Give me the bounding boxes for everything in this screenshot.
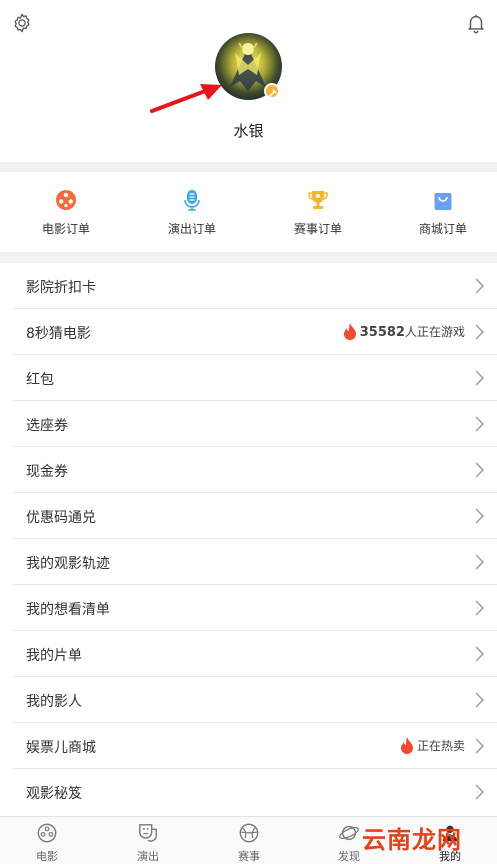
tab-movies[interactable]: 电影 [0, 817, 97, 864]
menu-item-my-lists[interactable]: 我的片单 [0, 631, 497, 677]
menu-item-label: 选座券 [26, 418, 68, 434]
hot-sale-text: 正在热卖 [416, 739, 465, 753]
tab-label: 电影 [36, 850, 58, 863]
chevron-right-icon [475, 462, 484, 478]
chevron-right-icon [475, 646, 484, 662]
username[interactable]: 水银 [0, 120, 497, 141]
watermark-logo: 云南龙网 [362, 825, 462, 854]
menu-item-label: 我的片单 [26, 648, 82, 664]
chevron-right-icon [475, 784, 484, 800]
chevron-right-icon [475, 416, 484, 432]
menu-list: 影院折扣卡 8秒猜电影 35582人正在游戏 红包 选座券 现金券 优惠码通兑 … [0, 263, 497, 816]
film-reel-icon [37, 823, 57, 843]
players-count: 35582人正在游戏 [343, 322, 465, 340]
chevron-right-icon [475, 554, 484, 570]
ball-icon [239, 823, 259, 843]
menu-item-label: 我的影人 [26, 694, 82, 710]
menu-item-label: 观影秘笈 [26, 786, 82, 802]
film-reel-icon [56, 190, 76, 210]
event-orders-button[interactable]: 赛事订单 [256, 172, 380, 252]
flame-icon [343, 323, 356, 340]
menu-item-seat-voucher[interactable]: 选座券 [0, 401, 497, 447]
orders-section: 电影订单 演出订单 赛事订单 商城订单 [0, 172, 497, 252]
menu-item-label: 红包 [26, 372, 54, 388]
planet-icon [339, 825, 359, 841]
chevron-right-icon [475, 600, 484, 616]
menu-item-label: 8秒猜电影 [26, 326, 91, 342]
menu-item-label: 我的想看清单 [26, 602, 110, 618]
bell-icon[interactable] [465, 12, 487, 34]
chevron-right-icon [475, 278, 484, 294]
tab-shows[interactable]: 演出 [98, 817, 198, 864]
menu-item-label: 娱票儿商城 [26, 740, 96, 756]
menu-item-mall[interactable]: 娱票儿商城 正在热卖 [0, 723, 497, 769]
menu-item-cinema-discount-card[interactable]: 影院折扣卡 [0, 263, 497, 309]
tab-label: 演出 [137, 850, 159, 863]
chevron-right-icon [475, 508, 484, 524]
tab-label: 赛事 [238, 850, 260, 863]
chevron-right-icon [475, 324, 484, 340]
tab-events[interactable]: 赛事 [199, 817, 299, 864]
menu-item-label: 现金券 [26, 464, 68, 480]
shopping-bag-icon [434, 193, 452, 210]
menu-item-label: 我的观影轨迹 [26, 556, 110, 572]
mall-orders-label: 商城订单 [418, 222, 467, 236]
flame-icon [400, 737, 413, 754]
gear-icon[interactable] [11, 12, 33, 34]
menu-item-my-stars[interactable]: 我的影人 [0, 677, 497, 723]
edit-avatar-icon[interactable] [264, 83, 280, 99]
menu-item-label: 优惠码通兑 [26, 510, 96, 526]
microphone-icon [184, 190, 200, 211]
theater-mask-icon [139, 824, 157, 842]
chevron-right-icon [475, 692, 484, 708]
menu-item-cash-voucher[interactable]: 现金券 [0, 447, 497, 493]
menu-item-promo-code[interactable]: 优惠码通兑 [0, 493, 497, 539]
mall-orders-button[interactable]: 商城订单 [381, 172, 497, 252]
red-arrow-annotation [150, 84, 222, 113]
event-orders-label: 赛事订单 [293, 222, 342, 236]
show-orders-button[interactable]: 演出订单 [130, 172, 254, 252]
menu-item-viewing-history[interactable]: 我的观影轨迹 [0, 539, 497, 585]
movie-orders-button[interactable]: 电影订单 [4, 172, 128, 252]
profile-header: 水银 [0, 0, 497, 162]
chevron-right-icon [475, 370, 484, 386]
movie-orders-label: 电影订单 [41, 222, 90, 236]
trophy-icon [308, 191, 328, 209]
menu-item-watchlist[interactable]: 我的想看清单 [0, 585, 497, 631]
players-count-number: 35582 [359, 325, 405, 340]
menu-item-movie-tips[interactable]: 观影秘笈 [0, 769, 497, 815]
players-count-suffix: 人正在游戏 [404, 325, 465, 339]
hot-sale-badge: 正在热卖 [400, 736, 465, 754]
show-orders-label: 演出订单 [167, 222, 216, 236]
menu-item-guess-movie[interactable]: 8秒猜电影 35582人正在游戏 [0, 309, 497, 355]
menu-item-label: 影院折扣卡 [26, 280, 96, 296]
menu-item-red-packet[interactable]: 红包 [0, 355, 497, 401]
chevron-right-icon [475, 738, 484, 754]
